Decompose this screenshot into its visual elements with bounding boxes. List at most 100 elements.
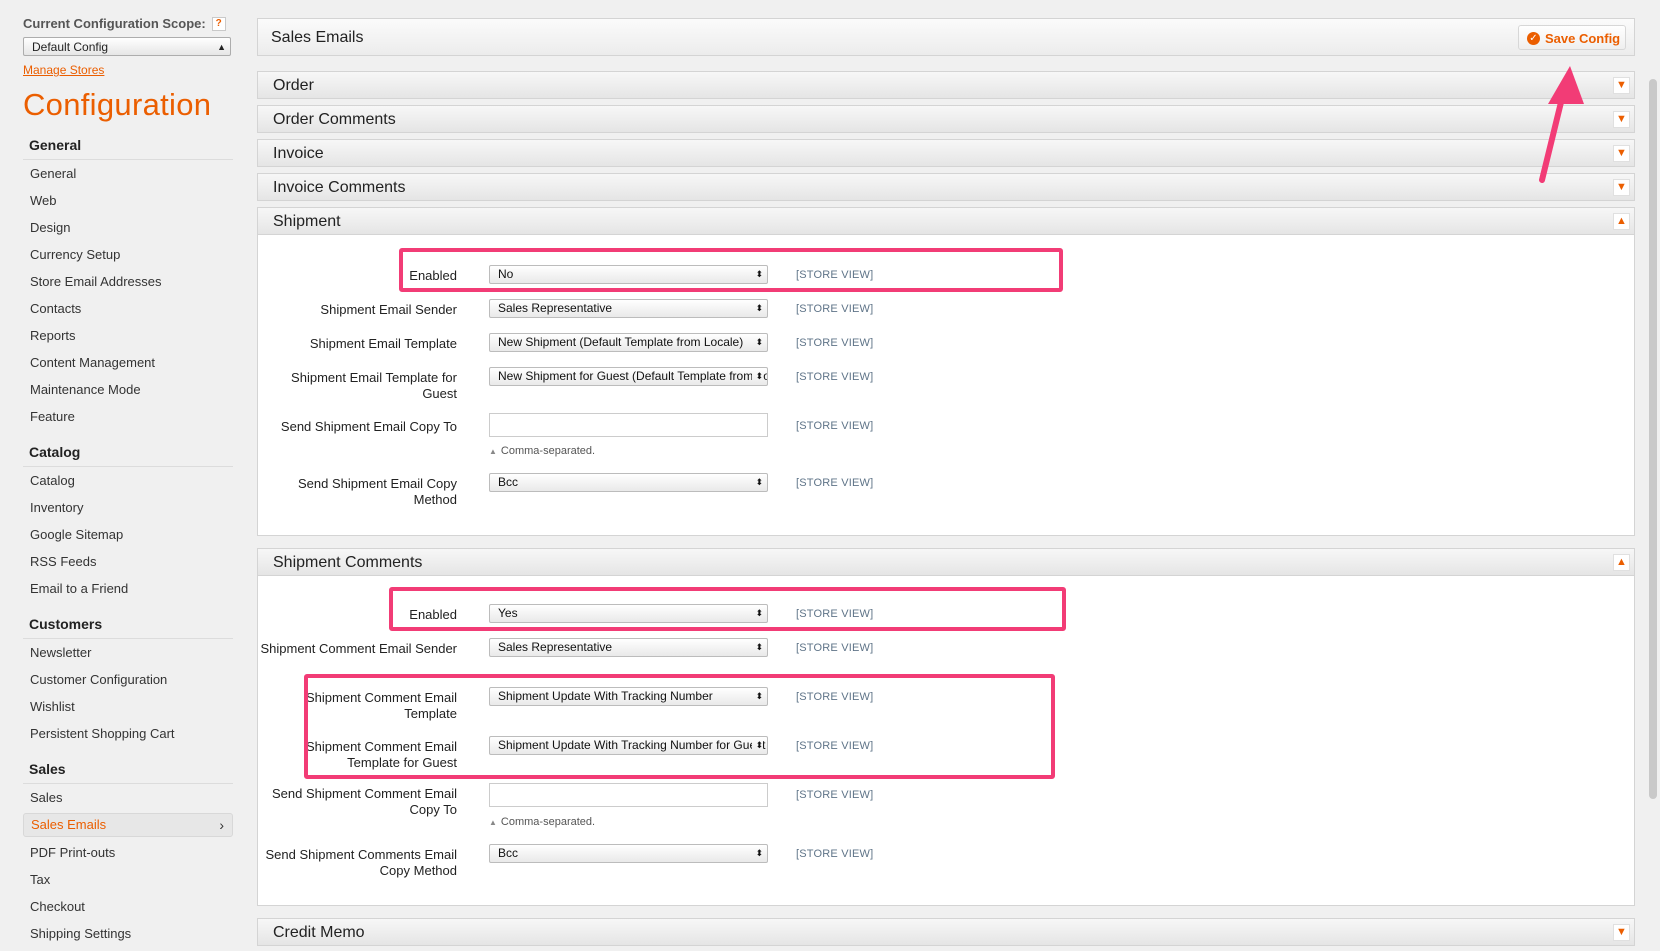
content-header: Sales Emails ✓ Save Config [257,18,1635,56]
shipment-copy-method-select[interactable]: Bcc ⬍ [489,473,768,492]
field-label: Shipment Email Template for Guest [291,370,457,401]
sidebar-item-reports[interactable]: Reports [23,322,233,349]
comments-copy-method-select[interactable]: Bcc ⬍ [489,844,768,863]
sidebar-item-content-management[interactable]: Content Management [23,349,233,376]
section-label: Order [273,77,314,94]
select-value: Bcc [498,475,519,489]
section-label: Shipment [273,213,341,230]
shipment-copy-to-input[interactable] [489,413,768,437]
sidebar-item-wishlist[interactable]: Wishlist [23,693,233,720]
shipment-sender-select[interactable]: Sales Representative ⬍ [489,299,768,318]
sidebar-item-general[interactable]: General [23,160,233,187]
sidebar-item-email-to-a-friend[interactable]: Email to a Friend [23,575,233,602]
sidebar-item-label: Email to a Friend [30,581,129,596]
sidebar-item-tax[interactable]: Tax [23,866,233,893]
section-shipment[interactable]: Shipment ▲ [257,207,1635,235]
sidebar-item-sales[interactable]: Sales [23,784,233,811]
sidebar-item-label: Newsletter [30,645,92,660]
sidebar-item-contacts[interactable]: Contacts [23,295,233,322]
nav-group-title: Customers [23,616,233,639]
chevron-up-icon[interactable]: ▲ [1613,213,1630,230]
triangle-icon: ▲ [489,447,497,456]
select-value: Bcc [498,846,519,860]
sidebar-item-sales-emails[interactable]: Sales Emails › [23,813,233,837]
sidebar-item-label: Google Sitemap [30,527,124,542]
sidebar-item-newsletter[interactable]: Newsletter [23,639,233,666]
scope-tag: [STORE VIEW] [796,848,874,860]
section-invoice-comments[interactable]: Invoice Comments ▼ [257,173,1635,201]
sidebar-item-google-sitemap[interactable]: Google Sitemap [23,521,233,548]
sidebar-item-rss-feeds[interactable]: RSS Feeds [23,548,233,575]
shipment-template-select[interactable]: New Shipment (Default Template from Loca… [489,333,768,352]
comments-copy-to-input[interactable] [489,783,768,807]
scope-tag: [STORE VIEW] [796,642,874,654]
sidebar-item-store-email-addresses[interactable]: Store Email Addresses [23,268,233,295]
select-arrows-icon: ⬍ [752,300,763,317]
chevron-down-icon[interactable]: ▼ [1613,77,1630,94]
select-arrows-icon: ⬍ [752,474,763,491]
chevron-down-icon[interactable]: ▼ [1613,924,1630,941]
section-credit-memo[interactable]: Credit Memo ▼ [257,918,1635,946]
annotation-arrow-icon [1539,66,1584,183]
page-title: Configuration [23,87,212,122]
chevron-up-icon[interactable]: ▲ [1613,554,1630,571]
field-note: ▲ Comma-separated. [489,816,595,828]
note-text: Comma-separated. [500,816,596,828]
highlight-box [304,674,1055,779]
manage-stores-link[interactable]: Manage Stores [23,63,233,77]
sidebar-item-label: Customer Configuration [30,672,168,687]
triangle-icon: ▲ [489,818,497,827]
section-order[interactable]: Order ▼ [257,71,1635,99]
sidebar-item-design[interactable]: Design [23,214,233,241]
scope-tag: [STORE VIEW] [796,371,874,383]
sidebar-item-label: Inventory [30,500,84,515]
save-config-button[interactable]: ✓ Save Config [1518,25,1626,50]
note-text: Comma-separated. [500,445,596,457]
sidebar-item-inventory[interactable]: Inventory [23,494,233,521]
sidebar-item-label: Sales Emails [31,817,107,832]
sidebar-item-customer-configuration[interactable]: Customer Configuration [23,666,233,693]
sidebar-item-label: Web [30,193,57,208]
scope-select-value: Default Config [32,40,109,54]
sidebar-item-maintenance-mode[interactable]: Maintenance Mode [23,376,233,403]
comments-sender-select[interactable]: Sales Representative ⬍ [489,638,768,657]
field-label: Send Shipment Email Copy Method [298,476,457,507]
sidebar-item-currency-setup[interactable]: Currency Setup [23,241,233,268]
chevron-down-icon[interactable]: ▼ [1613,179,1630,196]
sidebar-item-catalog[interactable]: Catalog [23,467,233,494]
sidebar-item-label: PDF Print-outs [30,845,116,860]
section-order-comments[interactable]: Order Comments ▼ [257,105,1635,133]
nav-group-title: Catalog [23,444,233,467]
field-label: Shipment Comment Email Sender [260,641,457,656]
scope-label-row: Current Configuration Scope: ? [23,16,233,31]
content-title: Sales Emails [271,29,364,46]
sidebar-item-label: Feature [30,409,75,424]
sidebar: Current Configuration Scope: ? Default C… [23,16,233,947]
scope-select[interactable]: Default Config ▲ [23,37,231,56]
save-config-label: Save Config [1545,31,1621,46]
select-arrows-icon: ⬍ [752,845,763,862]
select-arrows-icon: ⬍ [752,368,763,385]
section-shipment-comments[interactable]: Shipment Comments ▲ [257,548,1635,576]
select-arrows-icon: ⬍ [752,334,763,351]
sidebar-item-shipping-settings[interactable]: Shipping Settings [23,920,233,947]
scrollbar-thumb[interactable] [1649,79,1657,799]
scrollbar[interactable] [1646,64,1660,951]
select-value: New Shipment (Default Template from Loca… [498,335,744,349]
nav-group-title: Sales [23,761,233,784]
field-label: Send Shipment Comments Email Copy Method [265,847,457,878]
sidebar-item-pdf-print-outs[interactable]: PDF Print-outs [23,839,233,866]
sidebar-item-label: Tax [30,872,51,887]
sidebar-item-label: Wishlist [30,699,75,714]
chevron-down-icon[interactable]: ▼ [1613,111,1630,128]
help-icon[interactable]: ? [211,16,226,31]
sidebar-item-checkout[interactable]: Checkout [23,893,233,920]
sidebar-item-web[interactable]: Web [23,187,233,214]
sidebar-item-persistent-shopping-cart[interactable]: Persistent Shopping Cart [23,720,233,747]
highlight-box [389,587,1066,631]
field-label: Send Shipment Email Copy To [280,419,457,434]
chevron-down-icon[interactable]: ▼ [1613,145,1630,162]
shipment-guest-template-select[interactable]: New Shipment for Guest (Default Template… [489,367,768,386]
section-invoice[interactable]: Invoice ▼ [257,139,1635,167]
sidebar-item-feature[interactable]: Feature [23,403,233,430]
